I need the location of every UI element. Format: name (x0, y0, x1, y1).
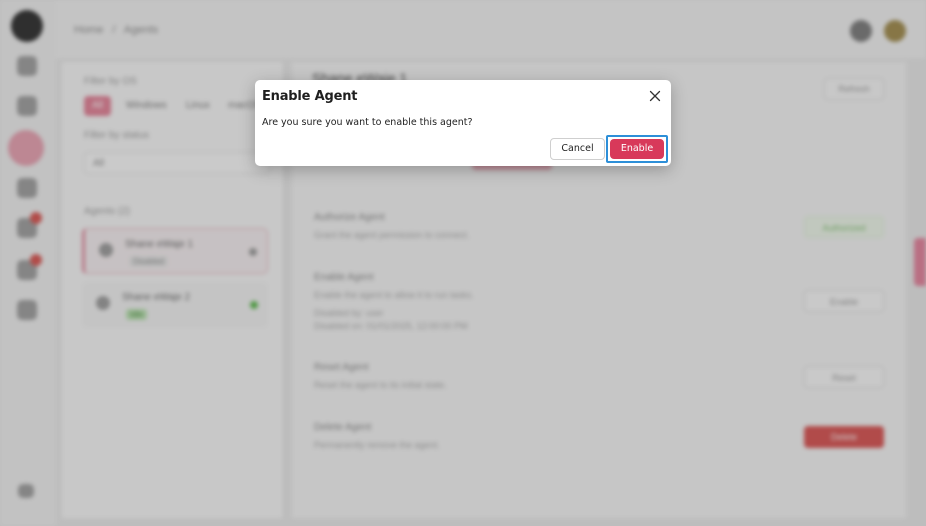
dialog-title: Enable Agent (262, 89, 358, 104)
enable-button[interactable]: Enable (610, 139, 664, 159)
dialog-message: Are you sure you want to enable this age… (262, 117, 473, 128)
cancel-button[interactable]: Cancel (550, 138, 605, 160)
focus-ring: Enable (606, 135, 668, 163)
close-icon[interactable] (647, 88, 663, 104)
modal-overlay[interactable] (0, 0, 926, 526)
enable-agent-dialog: Enable Agent Are you sure you want to en… (255, 80, 671, 166)
